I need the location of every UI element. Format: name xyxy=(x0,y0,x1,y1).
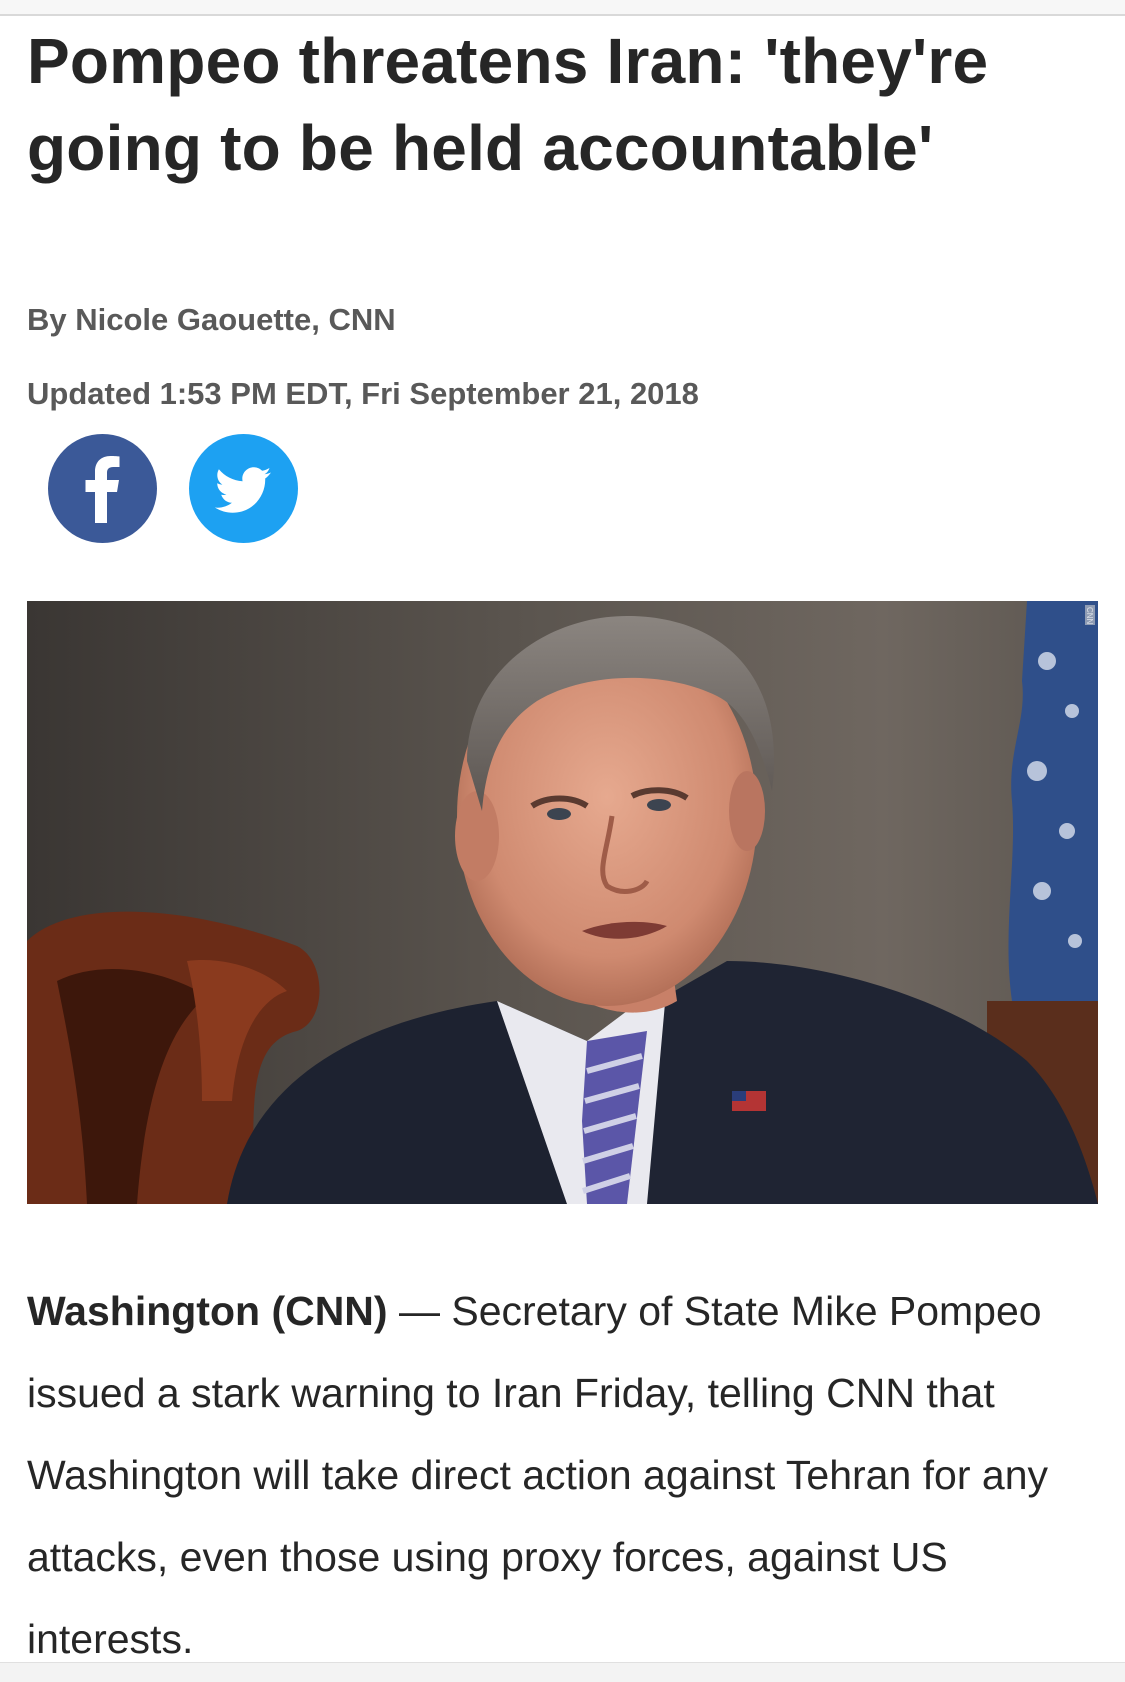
lead-text: Secretary of State Mike Pompeo issued a … xyxy=(27,1288,1048,1662)
image-watermark: CNN xyxy=(1085,607,1094,625)
article-hero-image[interactable]: CNN xyxy=(27,601,1098,1204)
article-lead-paragraph: Washington (CNN) — Secretary of State Mi… xyxy=(27,1270,1087,1680)
browser-top-edge xyxy=(0,0,1125,16)
article-byline[interactable]: By Nicole Gaouette, CNN xyxy=(27,302,396,338)
twitter-icon xyxy=(214,467,271,513)
twitter-share-button[interactable] xyxy=(189,434,298,543)
article-timestamp: Updated 1:53 PM EDT, Fri September 21, 2… xyxy=(27,376,699,411)
article-dateline: Washington (CNN) xyxy=(27,1288,388,1334)
pompeo-portrait-image xyxy=(27,601,1098,1204)
article-headline: Pompeo threatens Iran: 'they're going to… xyxy=(27,25,989,184)
facebook-icon xyxy=(85,456,120,523)
facebook-share-button[interactable] xyxy=(48,434,157,543)
dateline-dash: — xyxy=(387,1288,452,1334)
browser-bottom-edge xyxy=(0,1662,1125,1682)
